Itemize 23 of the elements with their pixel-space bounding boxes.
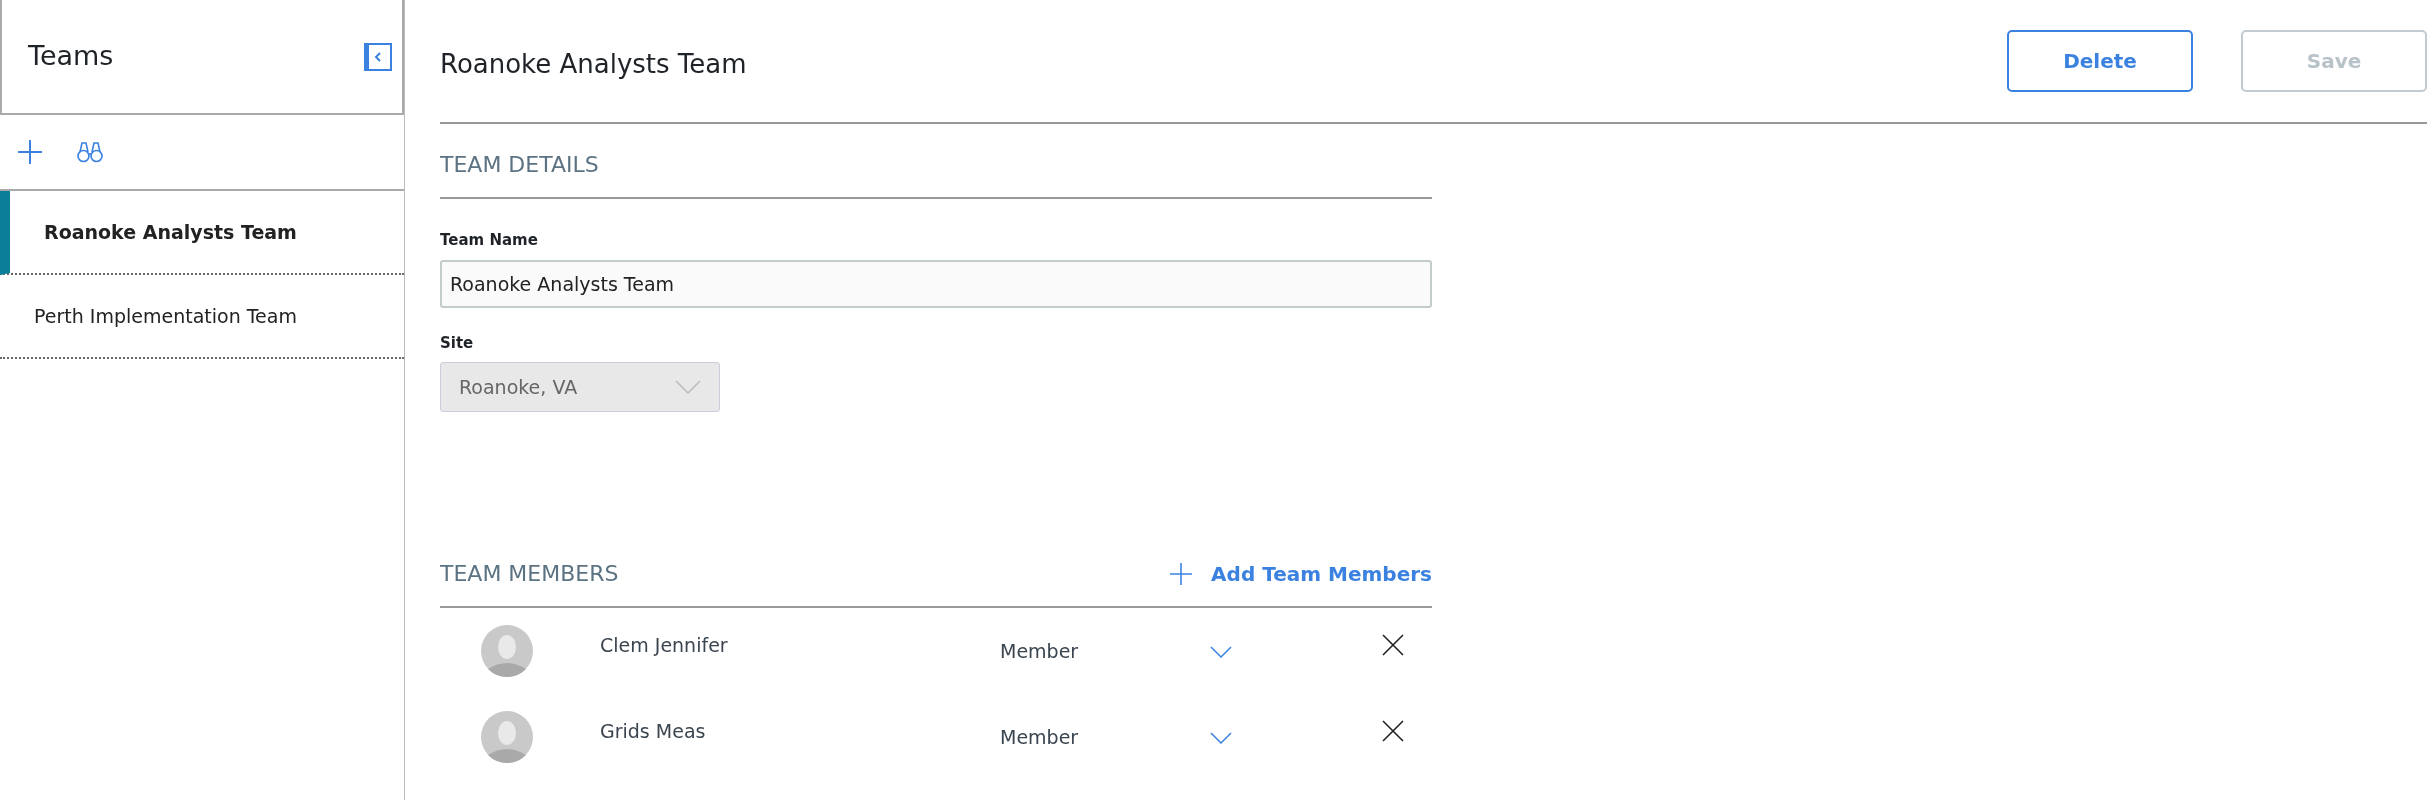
chevron-down-icon	[675, 380, 701, 394]
binoculars-icon[interactable]	[77, 141, 103, 163]
member-name: Grids Meas	[600, 718, 707, 744]
section-heading: TEAM DETAILS	[440, 152, 599, 177]
action-button[interactable]: Delete	[2007, 30, 2193, 92]
remove-button[interactable]	[1382, 718, 1404, 742]
section-heading: TEAM MEMBERS	[440, 560, 619, 588]
role-value: Member	[1000, 724, 1080, 750]
member-name: Clem Jennifer	[600, 632, 729, 658]
role-value: Member	[1000, 638, 1080, 664]
avatar-icon	[480, 710, 534, 764]
add-team-members-link[interactable]: Add Team Members	[1169, 558, 1432, 589]
avatar-icon	[480, 624, 534, 678]
add-icon	[1169, 561, 1194, 586]
sidebar-title: Teams	[28, 39, 114, 74]
remove-button[interactable]	[1382, 632, 1404, 656]
add-icon[interactable]	[17, 139, 43, 165]
text-field[interactable]: Roanoke Analysts Team	[440, 259, 1432, 308]
team-list-item[interactable]: Roanoke Analysts Team	[0, 191, 404, 275]
field-label: Site	[440, 332, 475, 354]
collapse-icon[interactable]	[364, 42, 392, 71]
field-label: Team Name	[440, 230, 539, 251]
page-title: Roanoke Analysts Team	[440, 47, 747, 81]
